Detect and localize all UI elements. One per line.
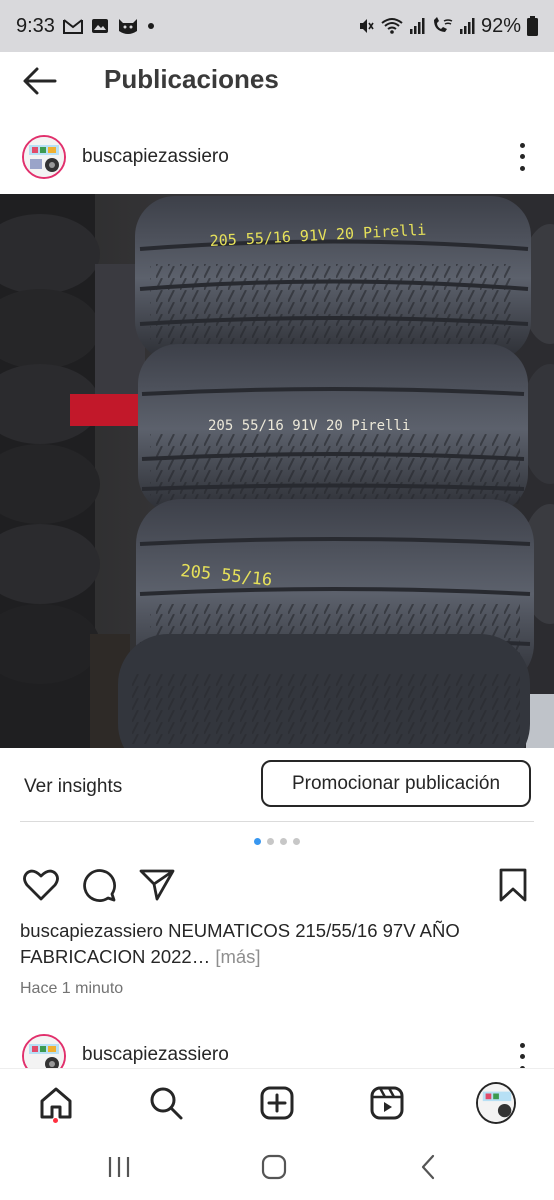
next-post-username[interactable]: buscapiezassiero [82, 1044, 229, 1066]
carousel-indicator [0, 838, 554, 845]
cat-app-icon [118, 19, 137, 34]
signal-icon [409, 18, 425, 34]
more-vertical-icon[interactable] [512, 140, 532, 174]
notification-dot-icon [147, 23, 154, 29]
post-username[interactable]: buscapiezassiero [82, 146, 229, 168]
arrow-left-icon[interactable] [22, 66, 58, 96]
insights-row: Ver insights Promocionar publicación [0, 760, 554, 810]
create-icon[interactable] [257, 1083, 297, 1123]
carousel-dot-active [254, 838, 261, 845]
clock: 9:33 [16, 14, 55, 37]
status-bar: 9:33 92% [0, 0, 554, 52]
home-icon[interactable] [36, 1083, 76, 1123]
battery-icon [527, 16, 538, 36]
carousel-dot [280, 838, 287, 845]
page-title: Publicaciones [104, 64, 279, 94]
carousel-dot [267, 838, 274, 845]
bottom-nav [0, 1068, 554, 1134]
tire-label-2: 205 55/16 91V 20 Pirelli [208, 418, 410, 434]
profile-logo-icon [24, 137, 64, 177]
recents-icon[interactable] [104, 1152, 134, 1182]
tires-photo: 205 55/16 91V 20 Pirelli 205 55/16 91V 2… [0, 194, 554, 748]
post-header: buscapiezassiero [0, 132, 554, 182]
avatar[interactable] [22, 135, 66, 179]
caption: buscapiezassiero NEUMATICOS 215/55/16 97… [20, 918, 534, 970]
post-actions [0, 866, 554, 906]
gmail-icon [62, 19, 83, 34]
share-icon[interactable] [138, 866, 176, 904]
post-timestamp: Hace 1 minuto [20, 980, 124, 997]
view-insights-link[interactable]: Ver insights [24, 776, 122, 798]
caption-username[interactable]: buscapiezassiero [20, 920, 163, 941]
wifi-calling-icon [433, 17, 453, 32]
photo-icon [91, 19, 108, 33]
carousel-dot [293, 838, 300, 845]
bookmark-icon[interactable] [494, 866, 532, 904]
signal-2-icon [459, 18, 475, 34]
comment-icon[interactable] [80, 866, 118, 904]
notification-dot [53, 1118, 58, 1123]
home-circle-icon[interactable] [259, 1152, 289, 1182]
wifi-icon [381, 18, 403, 34]
system-navigation [0, 1134, 554, 1200]
caption-more-link[interactable]: [más] [215, 946, 260, 967]
heart-icon[interactable] [22, 866, 60, 904]
back-chevron-icon[interactable] [414, 1152, 444, 1182]
mute-icon [359, 19, 374, 33]
search-icon[interactable] [146, 1083, 186, 1123]
profile-avatar[interactable] [476, 1082, 516, 1124]
promote-post-button[interactable]: Promocionar publicación [261, 760, 531, 807]
reels-icon[interactable] [367, 1083, 407, 1123]
post-image[interactable]: 205 55/16 91V 20 Pirelli 205 55/16 91V 2… [0, 194, 554, 748]
profile-logo-icon [478, 1084, 514, 1122]
app-header: Publicaciones [0, 52, 554, 110]
divider [20, 821, 534, 822]
battery-percent: 92% [480, 14, 521, 37]
